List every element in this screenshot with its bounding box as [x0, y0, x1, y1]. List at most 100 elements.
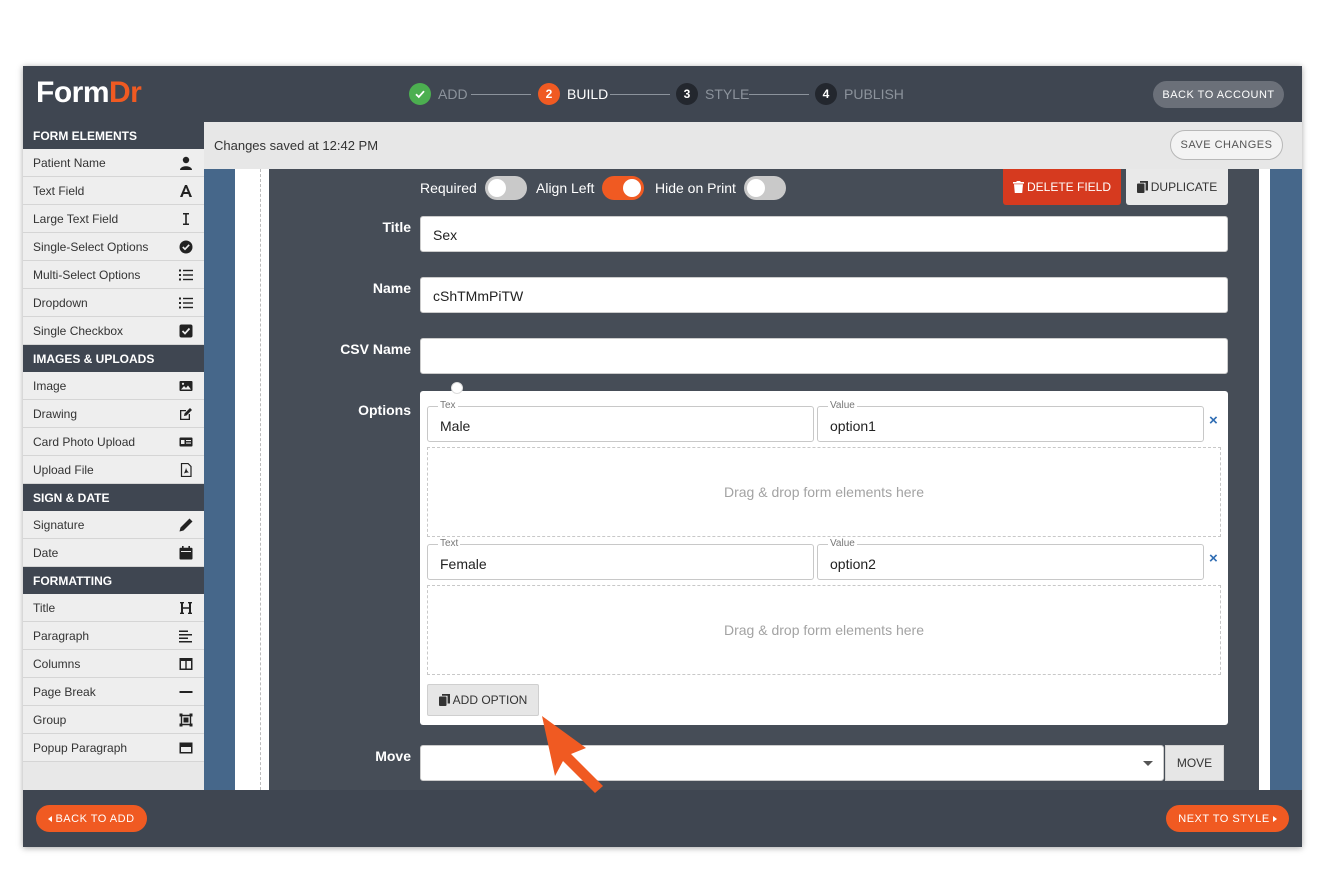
sidebar-item-card-photo-upload[interactable]: Card Photo Upload	[23, 428, 204, 456]
sidebar-item-text-field[interactable]: Text Field	[23, 177, 204, 205]
sidebar-item-paragraph[interactable]: Paragraph	[23, 622, 204, 650]
back-to-account-button[interactable]: BACK TO ACCOUNT	[1153, 81, 1284, 108]
step-label: PUBLISH	[844, 86, 904, 102]
id-card-icon	[179, 437, 193, 446]
sidebar-item-label: Columns	[33, 656, 81, 671]
section-header-images-uploads: IMAGES & UPLOADS	[23, 345, 204, 372]
name-input[interactable]: cShTMmPiTW	[420, 277, 1228, 313]
sidebar-item-multi-select[interactable]: Multi-Select Options	[23, 261, 204, 289]
add-option-label: ADD OPTION	[452, 693, 528, 707]
option-value-input[interactable]: Value option2	[817, 538, 1204, 580]
sidebar-item-dropdown[interactable]: Dropdown	[23, 289, 204, 317]
title-input[interactable]: Sex	[420, 216, 1228, 252]
required-switch[interactable]	[484, 176, 527, 200]
next-to-style-label: NEXT TO STYLE	[1178, 812, 1270, 825]
field-value: option1	[830, 418, 876, 434]
align-left-switch[interactable]	[602, 176, 645, 200]
field-tag: Value	[828, 538, 857, 549]
sidebar-item-columns[interactable]: Columns	[23, 650, 204, 678]
sidebar-item-upload-file[interactable]: Upload File	[23, 456, 204, 484]
toggle-align-left[interactable]: Align Left	[536, 175, 654, 201]
trash-icon	[1012, 181, 1024, 193]
sidebar-item-label: Dropdown	[33, 295, 88, 310]
columns-icon	[179, 657, 193, 670]
step-add[interactable]: ADD	[409, 83, 468, 105]
sidebar-item-popup-paragraph[interactable]: Popup Paragraph	[23, 734, 204, 762]
sidebar-item-page-break[interactable]: Page Break	[23, 678, 204, 706]
field-editor: Required Align Left Hide on Print DELETE…	[269, 169, 1259, 790]
sidebar-item-label: Upload File	[33, 462, 94, 477]
sidebar-item-label: Image	[33, 378, 67, 393]
form-elements-sidebar: FORM ELEMENTS Patient Name Text Field La…	[23, 122, 204, 790]
delete-field-label: DELETE FIELD	[1026, 180, 1112, 194]
move-button[interactable]: MOVE	[1165, 745, 1224, 781]
sidebar-item-signature[interactable]: Signature	[23, 511, 204, 539]
next-to-style-button[interactable]: NEXT TO STYLE	[1166, 805, 1289, 832]
option-text-input[interactable]: Tex Male	[427, 400, 814, 442]
save-changes-button[interactable]: SAVE CHANGES	[1170, 130, 1283, 160]
pointer-arrow-icon	[542, 716, 603, 793]
copy-icon	[1136, 181, 1148, 193]
sidebar-item-label: Popup Paragraph	[33, 740, 128, 755]
move-label: Move	[375, 748, 411, 764]
sidebar-item-single-checkbox[interactable]: Single Checkbox	[23, 317, 204, 345]
sidebar-item-title[interactable]: Title	[23, 594, 204, 622]
sidebar-item-patient-name[interactable]: Patient Name	[23, 149, 204, 177]
sidebar-item-label: Group	[33, 712, 67, 727]
sidebar-item-group[interactable]: Group	[23, 706, 204, 734]
step-publish[interactable]: 4 PUBLISH	[815, 83, 904, 105]
remove-option-icon[interactable]: ×	[1209, 412, 1218, 429]
step-connector	[610, 94, 670, 95]
step-build[interactable]: 2 BUILD	[538, 83, 608, 105]
move-select[interactable]	[420, 745, 1164, 781]
option-text-input[interactable]: Text Female	[427, 538, 814, 580]
sidebar-item-label: Text Field	[33, 183, 85, 198]
drag-handle[interactable]	[451, 382, 463, 394]
step-label: STYLE	[705, 86, 750, 102]
step-style[interactable]: 3 STYLE	[676, 83, 749, 105]
field-value: option2	[830, 556, 876, 572]
step-label: ADD	[438, 86, 468, 102]
duplicate-label: DUPLICATE	[1150, 180, 1218, 194]
sidebar-item-label: Large Text Field	[33, 211, 119, 226]
add-option-button[interactable]: ADD OPTION	[427, 684, 539, 716]
field-tag: Text	[438, 538, 461, 549]
toggle-hide-on-print[interactable]: Hide on Print	[655, 175, 796, 201]
step-connector	[471, 94, 531, 95]
csv-name-input[interactable]	[420, 338, 1228, 374]
option-value-input[interactable]: Value option1	[817, 400, 1204, 442]
delete-field-button[interactable]: DELETE FIELD	[1003, 169, 1121, 205]
hide-on-print-switch[interactable]	[743, 176, 786, 200]
option-dropzone[interactable]: Drag & drop form elements here	[427, 585, 1221, 675]
csv-name-label: CSV Name	[340, 341, 411, 357]
save-status: Changes saved at 12:42 PM	[214, 138, 379, 153]
sidebar-item-label: Drawing	[33, 406, 78, 421]
duplicate-button[interactable]: DUPLICATE	[1126, 169, 1228, 205]
step-connector	[749, 94, 809, 95]
sidebar-item-label: Single Checkbox	[33, 323, 124, 338]
logo-part2: Dr	[109, 76, 142, 109]
sidebar-item-single-select[interactable]: Single-Select Options	[23, 233, 204, 261]
sidebar-item-drawing[interactable]: Drawing	[23, 400, 204, 428]
checkbox-icon	[179, 324, 193, 337]
sidebar-item-large-text-field[interactable]: Large Text Field	[23, 205, 204, 233]
field-tag: Value	[828, 400, 857, 411]
toggle-label: Align Left	[536, 180, 595, 196]
toggle-label: Hide on Print	[655, 180, 736, 196]
option-dropzone[interactable]: Drag & drop form elements here	[427, 447, 1221, 537]
remove-option-icon[interactable]: ×	[1209, 550, 1218, 567]
sidebar-item-date[interactable]: Date	[23, 539, 204, 567]
logo[interactable]: FormDr	[36, 76, 142, 110]
back-to-add-button[interactable]: BACK TO ADD	[36, 805, 147, 832]
field-value: Female	[440, 556, 487, 572]
check-circle-icon	[179, 240, 193, 253]
sidebar-item-image[interactable]: Image	[23, 372, 204, 400]
sidebar-item-label: Multi-Select Options	[33, 267, 141, 282]
back-to-add-label: BACK TO ADD	[55, 812, 135, 825]
options-label: Options	[358, 402, 411, 418]
sidebar-item-label: Patient Name	[33, 155, 106, 170]
toggle-required[interactable]: Required	[420, 175, 537, 201]
step-number: 3	[676, 83, 698, 105]
field-tag: Tex	[438, 400, 458, 411]
sidebar-item-label: Card Photo Upload	[33, 434, 136, 449]
